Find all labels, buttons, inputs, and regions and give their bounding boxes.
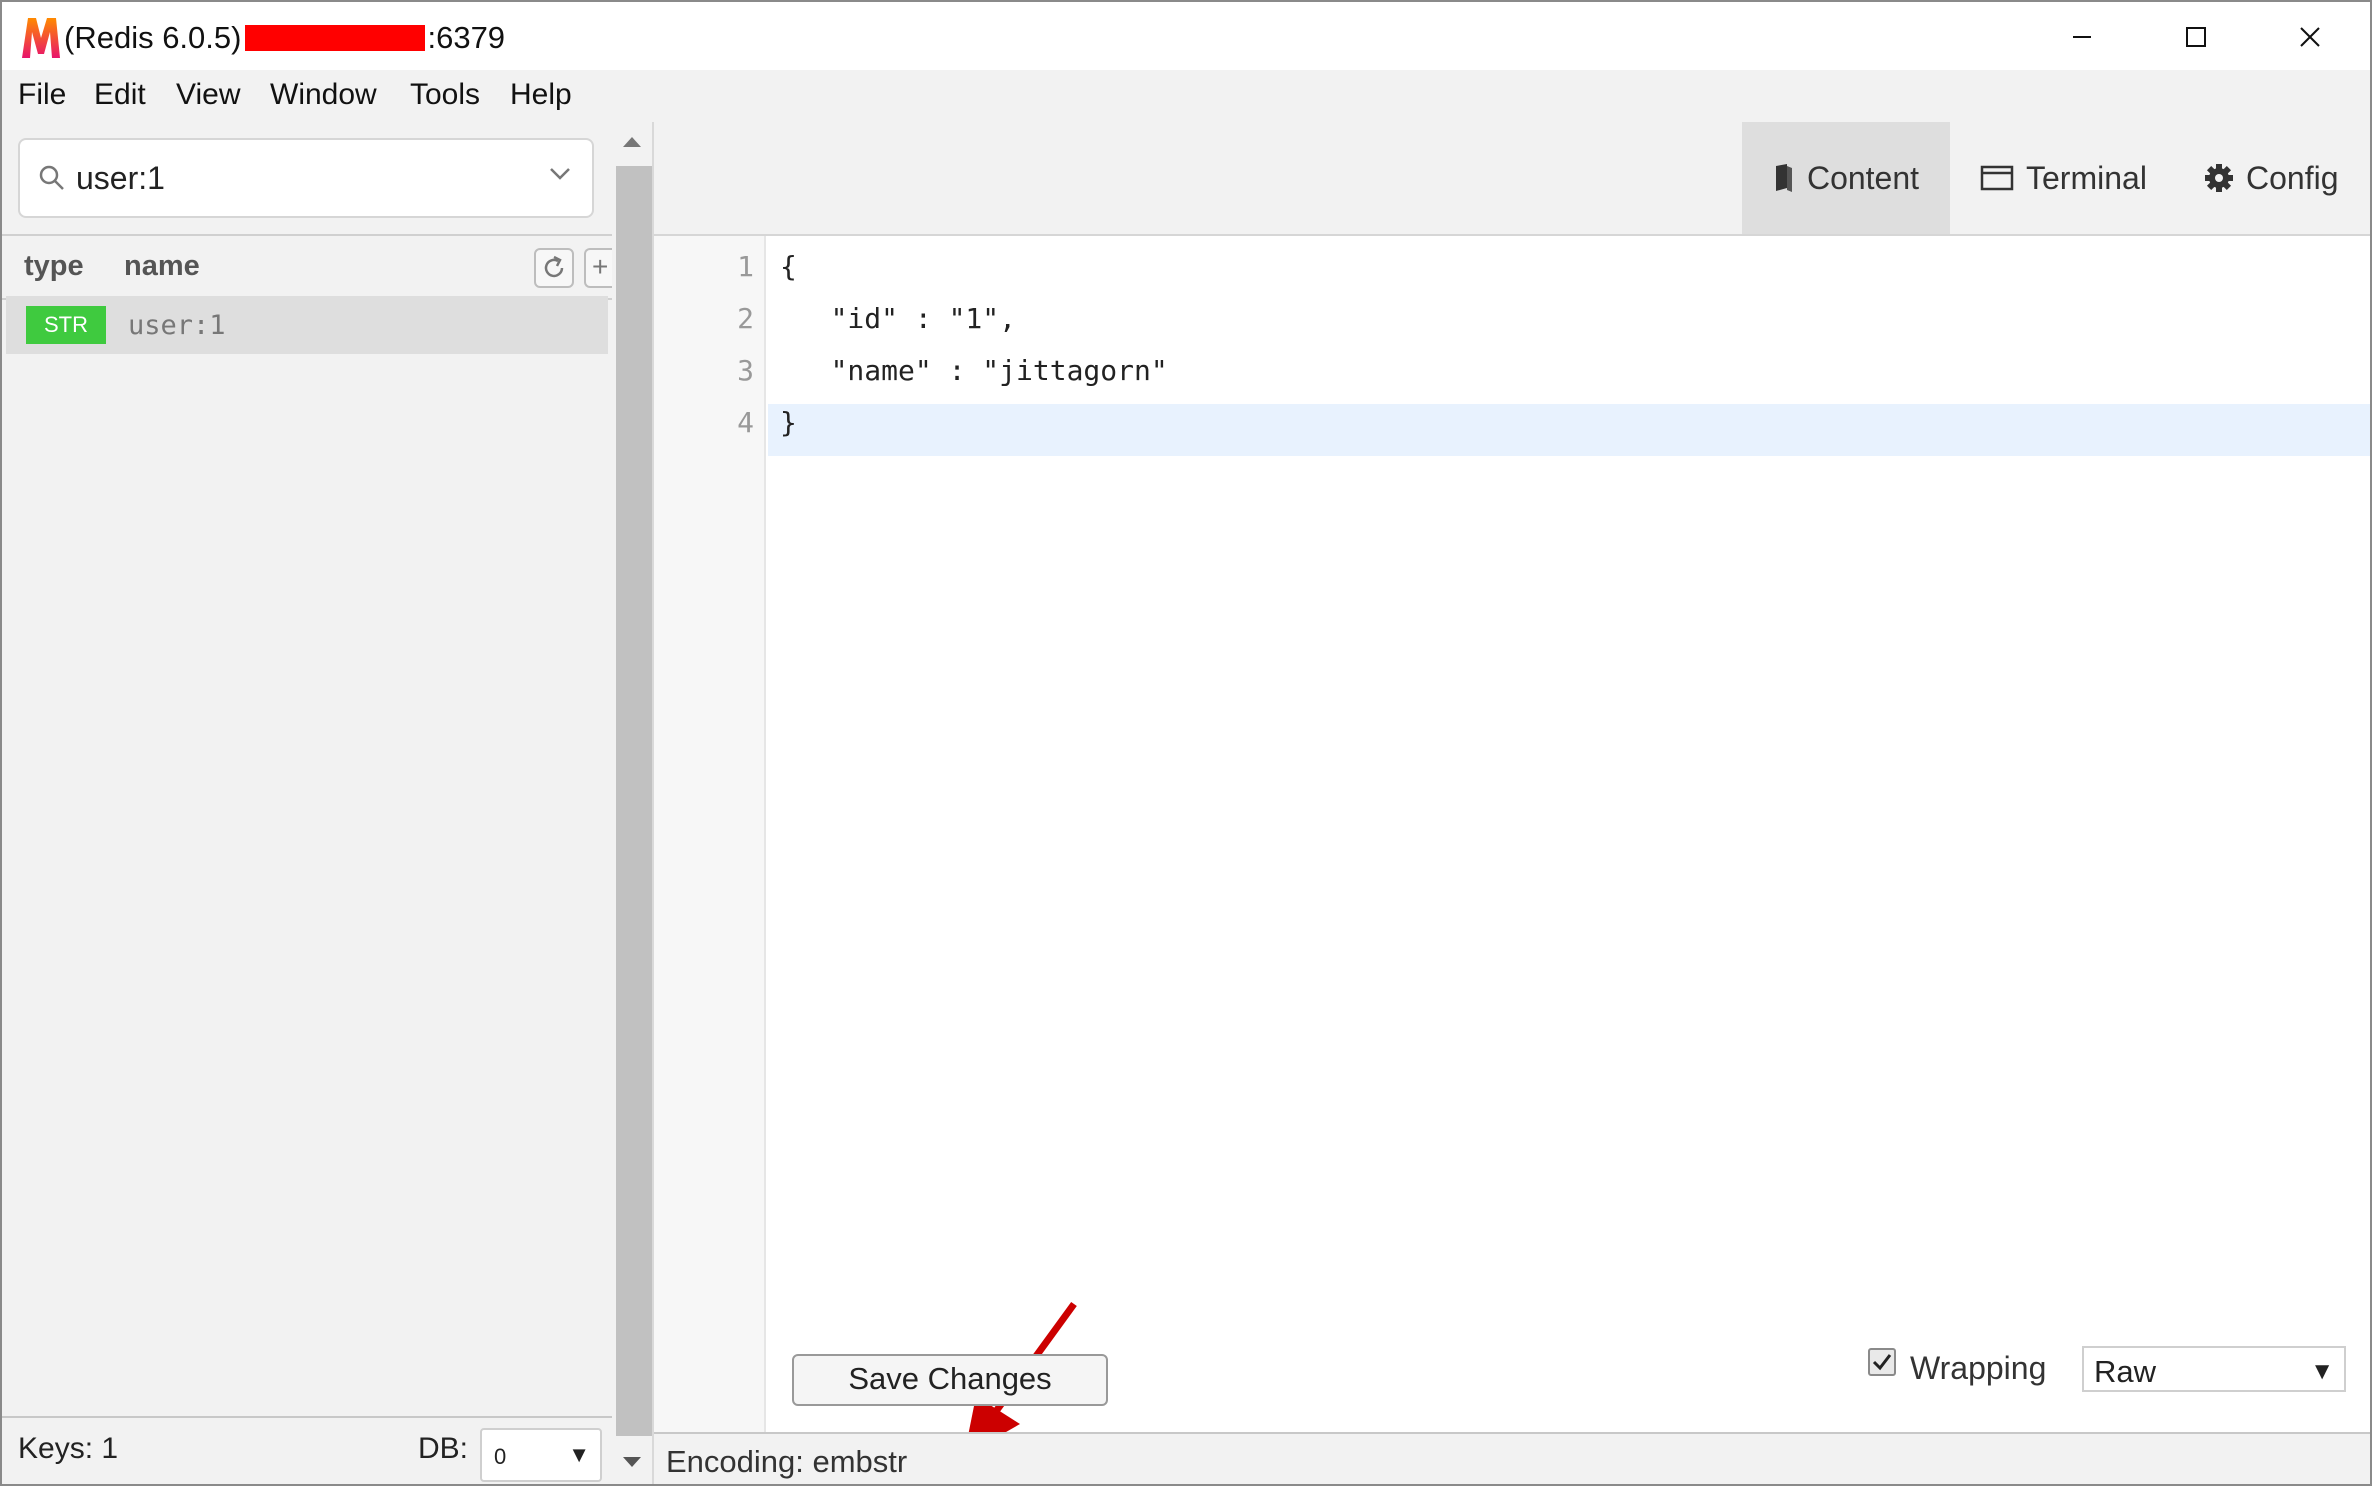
title-bar: (Redis 6.0.5) :6379 (0, 0, 2372, 70)
value-panel: Content Terminal Config 1 2 3 4 {"id":… (652, 122, 2372, 1484)
key-list-header: type name + (2, 234, 612, 300)
wrapping-checkbox[interactable] (1868, 1348, 1896, 1376)
db-select[interactable]: 0 ▼ (480, 1428, 602, 1482)
maximize-button[interactable] (2139, 2, 2253, 72)
triangle-down-icon (623, 1457, 641, 1467)
scroll-thumb[interactable] (616, 166, 652, 1436)
code-line[interactable]: "name" : "jittagorn" (780, 354, 1168, 387)
title-port: :6379 (427, 20, 506, 55)
title-prefix: (Redis 6.0.5) (64, 20, 242, 55)
key-browser-panel: user:1 type name + STR user:1 Keys: 1 DB… (2, 122, 612, 1484)
terminal-window-icon (1980, 165, 2014, 191)
scroll-down-button[interactable] (612, 1442, 652, 1482)
plus-icon: + (592, 251, 609, 282)
column-type-header: type (24, 250, 84, 282)
book-icon (1775, 164, 1792, 192)
menu-view[interactable]: View (176, 78, 240, 112)
line-number: 2 (737, 302, 754, 335)
tab-bar: Content Terminal Config (654, 122, 2372, 236)
add-key-button[interactable]: + (584, 248, 612, 288)
checkmark-icon (1872, 1354, 1892, 1371)
menu-edit[interactable]: Edit (94, 78, 146, 112)
search-icon (39, 165, 64, 190)
line-number: 3 (737, 354, 754, 387)
app-logo-icon (22, 18, 60, 58)
format-select[interactable]: Raw ▼ (2082, 1346, 2346, 1392)
code-line[interactable]: "id" : "1", (780, 302, 1016, 335)
search-input[interactable]: user:1 (76, 160, 165, 197)
keys-count: Keys: 1 (18, 1432, 119, 1465)
save-changes-button[interactable]: Save Changes (792, 1354, 1108, 1406)
scroll-up-button[interactable] (612, 122, 652, 162)
db-select-value: 0 (494, 1444, 507, 1469)
encoding-status: Encoding: embstr (666, 1444, 908, 1479)
active-line-highlight (768, 404, 2372, 456)
tab-config[interactable]: Config (2204, 122, 2354, 234)
tab-terminal-label: Terminal (2026, 159, 2147, 196)
menu-bar: File Edit View Window Tools Help (0, 70, 2372, 122)
type-badge: STR (26, 306, 106, 344)
tab-config-label: Config (2246, 159, 2339, 196)
redacted-host (245, 25, 426, 51)
wrapping-label: Wrapping (1910, 1350, 2047, 1386)
menu-tools[interactable]: Tools (410, 78, 480, 112)
db-label: DB: (418, 1432, 469, 1465)
tab-content[interactable]: Content (1742, 122, 1950, 234)
menu-file[interactable]: File (18, 78, 66, 112)
format-select-value: Raw (2094, 1354, 2157, 1389)
menu-window[interactable]: Window (270, 78, 377, 112)
line-number: 4 (737, 406, 754, 439)
minimize-icon (2073, 36, 2091, 38)
gear-icon (2205, 164, 2233, 192)
window-title: (Redis 6.0.5) :6379 (64, 20, 505, 56)
dropdown-arrow-icon: ▼ (568, 1442, 590, 1467)
close-button[interactable] (2253, 2, 2367, 72)
key-list-row[interactable]: STR user:1 (6, 296, 608, 354)
key-search-combobox[interactable]: user:1 (18, 138, 594, 218)
code-line[interactable]: } (780, 406, 797, 439)
tab-terminal[interactable]: Terminal (1980, 122, 2160, 234)
line-number-gutter: 1 2 3 4 (654, 236, 766, 1432)
column-name-header: name (124, 250, 200, 282)
code-line[interactable]: { (780, 250, 797, 283)
refresh-icon (544, 255, 564, 278)
status-bar: Encoding: embstr (654, 1432, 2372, 1484)
minimize-button[interactable] (2025, 2, 2139, 72)
code-editor[interactable]: 1 2 3 4 { "id" : "1", "name" : "jittagor… (654, 236, 2372, 1456)
close-icon (2300, 27, 2320, 47)
tab-content-label: Content (1806, 159, 1920, 196)
key-list-footer: Keys: 1 DB: 0 ▼ (2, 1416, 612, 1484)
key-list-scrollbar[interactable] (612, 122, 652, 1484)
line-number: 1 (737, 250, 754, 283)
maximize-icon (2186, 27, 2206, 47)
key-name: user:1 (128, 310, 226, 341)
chevron-down-icon[interactable] (548, 166, 572, 182)
menu-help[interactable]: Help (510, 78, 572, 112)
dropdown-arrow-icon: ▼ (2310, 1358, 2334, 1385)
refresh-button[interactable] (534, 248, 574, 288)
triangle-up-icon (623, 137, 641, 147)
